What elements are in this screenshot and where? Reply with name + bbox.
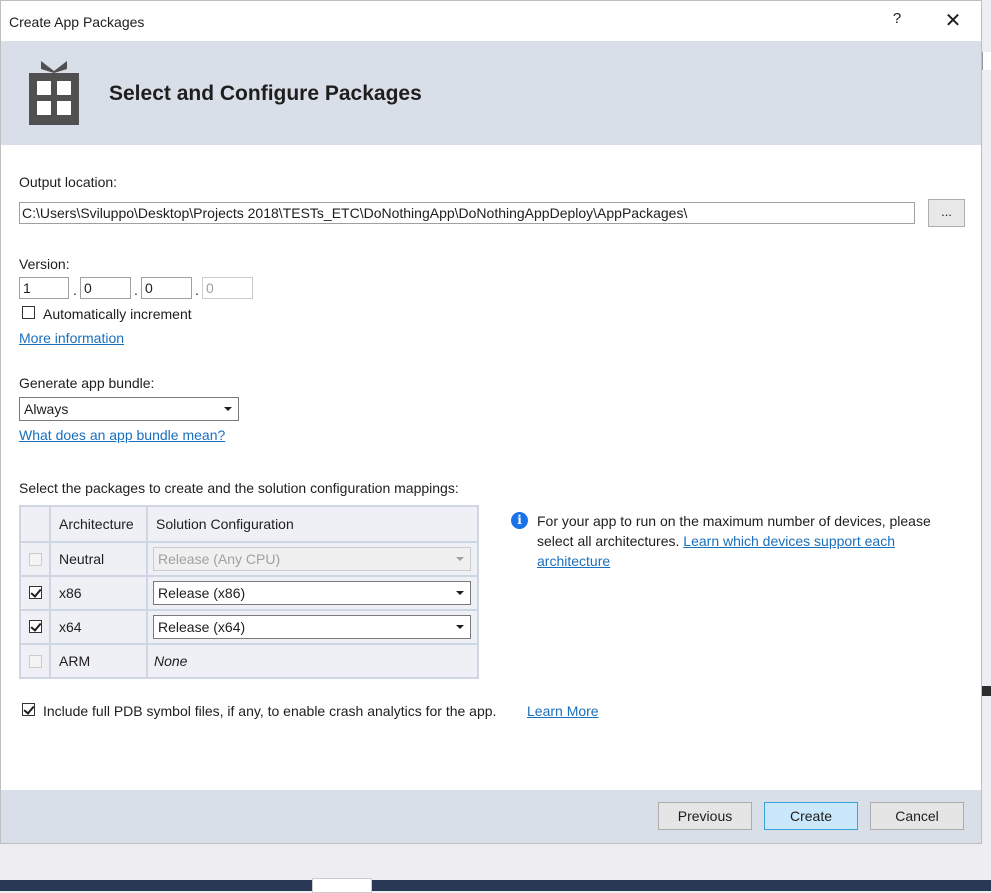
neutral-checkbox	[29, 553, 42, 566]
arch-arm-label: ARM	[59, 653, 91, 669]
table-row: Neutral	[51, 543, 146, 575]
learn-more-link[interactable]: Learn More	[527, 703, 599, 719]
x86-config-value: Release (x86)	[158, 585, 246, 601]
bundle-label: Generate app bundle:	[19, 375, 155, 391]
version-label: Version:	[19, 256, 70, 272]
package-grid-icon	[29, 61, 79, 125]
table-row: ARM	[51, 645, 146, 677]
chevron-down-icon	[456, 625, 464, 629]
create-button[interactable]: Create	[764, 802, 858, 830]
table-row: x86	[51, 577, 146, 609]
chevron-down-icon	[456, 557, 464, 561]
browse-button[interactable]: ...	[928, 199, 965, 227]
window-title: Create App Packages	[9, 14, 145, 30]
previous-button[interactable]: Previous	[658, 802, 752, 830]
bundle-select[interactable]: Always	[19, 397, 239, 421]
version-separator: .	[73, 282, 77, 298]
x64-config-select[interactable]: Release (x64)	[153, 615, 471, 639]
arch-x86-label: x86	[59, 585, 82, 601]
ide-background-bar	[982, 686, 991, 696]
help-button[interactable]: ?	[887, 10, 907, 34]
x64-config-value: Release (x64)	[158, 619, 246, 635]
packages-label: Select the packages to create and the so…	[19, 480, 459, 496]
table-header-cell: Solution Configuration	[148, 507, 477, 541]
arm-config-value: None	[154, 653, 188, 669]
version-separator: .	[134, 282, 138, 298]
version-separator: .	[195, 282, 199, 298]
ide-background-right	[982, 0, 991, 891]
table-row	[21, 645, 49, 677]
more-information-link[interactable]: More information	[19, 330, 124, 346]
table-row: Release (x86)	[148, 577, 477, 609]
column-header-configuration: Solution Configuration	[156, 516, 294, 532]
chevron-down-icon	[456, 591, 464, 595]
x86-config-select[interactable]: Release (x86)	[153, 581, 471, 605]
neutral-config-select: Release (Any CPU)	[153, 547, 471, 571]
ide-bottom-tabs	[0, 880, 991, 891]
table-row: Release (x64)	[148, 611, 477, 643]
create-app-packages-dialog: Create App Packages ? ✕ Select and Confi…	[0, 0, 982, 844]
x86-checkbox[interactable]	[29, 586, 42, 599]
header-banner: Select and Configure Packages	[1, 41, 981, 145]
arch-neutral-label: Neutral	[59, 551, 105, 567]
table-row: None	[148, 645, 477, 677]
output-location-input[interactable]: C:\Users\Sviluppo\Desktop\Projects 2018\…	[19, 202, 915, 224]
x64-checkbox[interactable]	[29, 620, 42, 633]
info-message: For your app to run on the maximum numbe…	[537, 511, 937, 571]
ide-background-bottom	[0, 864, 991, 893]
table-row	[21, 577, 49, 609]
table-header-cell	[21, 507, 49, 541]
bundle-selected-value: Always	[24, 401, 69, 417]
close-button[interactable]: ✕	[937, 8, 969, 36]
cancel-button[interactable]: Cancel	[870, 802, 964, 830]
pdb-checkbox[interactable]	[22, 703, 35, 716]
page-title: Select and Configure Packages	[109, 82, 422, 105]
version-major-input[interactable]: 1	[19, 277, 69, 299]
version-minor-input[interactable]: 0	[80, 277, 131, 299]
packages-table: Architecture Solution Configuration Neut…	[19, 505, 479, 679]
chevron-down-icon	[224, 407, 232, 411]
table-row	[21, 611, 49, 643]
app-bundle-info-link[interactable]: What does an app bundle mean?	[19, 427, 225, 443]
output-location-label: Output location:	[19, 174, 118, 190]
table-row	[21, 543, 49, 575]
arch-x64-label: x64	[59, 619, 82, 635]
title-bar: Create App Packages ? ✕	[1, 1, 981, 41]
column-header-architecture: Architecture	[59, 516, 134, 532]
footer-bar: Previous Create Cancel	[1, 790, 981, 843]
pdb-label: Include full PDB symbol files, if any, t…	[43, 703, 497, 719]
ide-background-tab	[982, 52, 991, 70]
table-row: x64	[51, 611, 146, 643]
arm-checkbox	[29, 655, 42, 668]
table-row: Release (Any CPU)	[148, 543, 477, 575]
auto-increment-checkbox[interactable]	[22, 306, 35, 319]
info-icon: i	[511, 512, 528, 529]
table-header-cell: Architecture	[51, 507, 146, 541]
version-build-input[interactable]: 0	[141, 277, 192, 299]
version-revision-input: 0	[202, 277, 253, 299]
neutral-config-value: Release (Any CPU)	[158, 551, 281, 567]
auto-increment-label: Automatically increment	[43, 306, 192, 322]
